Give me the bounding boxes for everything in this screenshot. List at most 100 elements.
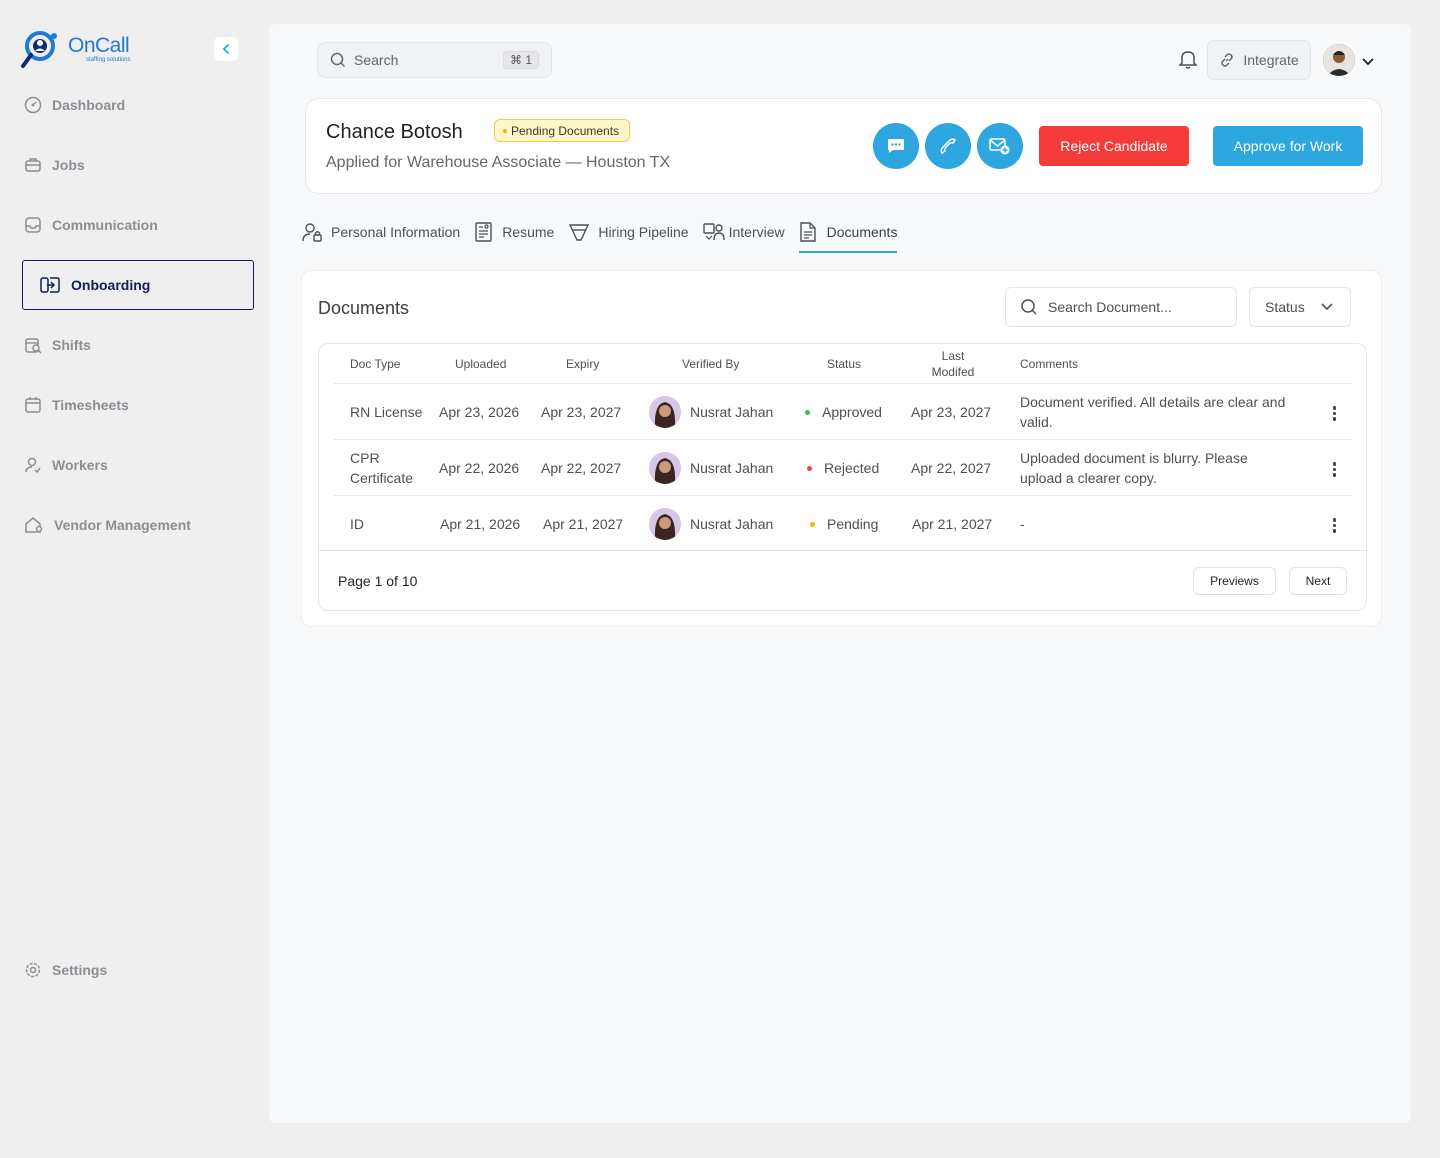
briefcase-icon [25,158,41,172]
table-row[interactable]: RN License Apr 23, 2026 Apr 23, 2027 Nus… [334,383,1352,439]
chevron-down-icon[interactable] [1361,54,1375,72]
message-button[interactable] [873,123,919,169]
verifier-name: Nusrat Jahan [690,516,774,532]
shortcut-badge: ⌘ 1 [502,51,539,69]
sidebar-item-label: Vendor Management [54,517,191,533]
verifier-avatar [649,508,681,540]
shifts-icon [25,338,42,354]
doc-type: RN License [350,404,423,420]
brand-logo: OnCall staffing solutions [20,28,131,70]
sidebar-item-shifts[interactable]: Shifts [22,315,254,375]
chevron-down-icon [1321,303,1333,311]
funnel-icon [569,224,590,241]
last-modified-date: Apr 21, 2027 [912,516,993,532]
table-row[interactable]: CPR Certificate Apr 22, 2026 Apr 22, 202… [334,439,1352,495]
last-modified-date: Apr 23, 2027 [911,404,992,420]
global-search-input[interactable]: Search ⌘ 1 [317,42,552,78]
sidebar-item-settings[interactable]: Settings [22,940,254,1000]
document-search-placeholder: Search Document... [1048,299,1172,315]
verified-by: Nusrat Jahan [649,496,773,552]
notification-bell-icon[interactable] [1177,48,1199,75]
status-filter-label: Status [1265,299,1305,315]
column-header-uploaded[interactable]: Uploaded [455,344,506,384]
document-icon [799,222,816,242]
comment: - [1020,516,1025,532]
call-button[interactable] [925,123,971,169]
uploaded-date: Apr 23, 2026 [439,404,520,420]
expiry-date: Apr 22, 2027 [541,460,622,476]
profile-tabs: Personal Information Resume Hiring Pipel… [301,220,911,256]
candidate-subtitle: Applied for Warehouse Associate — Housto… [326,154,671,171]
status-filter-dropdown[interactable]: Status [1249,287,1351,327]
sidebar-item-jobs[interactable]: Jobs [22,135,254,195]
inbox-icon [25,217,41,233]
uploaded-date: Apr 21, 2026 [440,516,521,532]
approve-for-work-button[interactable]: Approve for Work [1213,126,1363,166]
email-add-button[interactable] [977,123,1023,169]
sidebar-item-label: Shifts [52,337,91,353]
uploaded-date: Apr 22, 2026 [439,460,520,476]
chevron-left-icon [222,44,229,54]
reject-candidate-button[interactable]: Reject Candidate [1039,126,1189,166]
row-menu-icon[interactable] [1332,406,1336,421]
user-avatar[interactable] [1323,44,1355,76]
tab-label: Hiring Pipeline [598,224,689,240]
verifier-name: Nusrat Jahan [690,404,774,420]
status-text: Rejected [824,460,880,476]
status-dot [807,465,812,471]
column-header-comments[interactable]: Comments [1020,344,1078,384]
column-header-expiry[interactable]: Expiry [566,344,599,384]
brand-tagline: staffing solutions [86,57,131,63]
integrate-label: Integrate [1243,52,1299,68]
mail-add-icon [989,138,1010,155]
tab-hiring-pipeline[interactable]: Hiring Pipeline [568,220,689,244]
candidate-header: Chance Botosh Pending Documents Applied … [305,98,1382,194]
row-menu-icon[interactable] [1332,518,1336,533]
expiry-date: Apr 23, 2027 [541,404,622,420]
search-icon [330,52,346,68]
tab-interview[interactable]: Interview [702,220,785,244]
tab-personal-information[interactable]: Personal Information [301,220,460,244]
sidebar-item-workers[interactable]: Workers [22,435,254,495]
column-header-verified-by[interactable]: Verified By [682,344,739,384]
sidebar-item-dashboard[interactable]: Dashboard [22,75,254,135]
status-cell: Pending [810,496,878,552]
comment: Document verified. All details are clear… [1020,394,1286,430]
row-menu-icon[interactable] [1332,462,1336,477]
tab-documents[interactable]: Documents [798,220,897,253]
collapse-sidebar-button[interactable] [214,37,238,61]
last-modified-date: Apr 22, 2027 [911,460,992,476]
expiry-date: Apr 21, 2027 [543,516,624,532]
sidebar-item-label: Workers [52,457,108,473]
document-search-input[interactable]: Search Document... [1005,287,1237,327]
chat-icon [888,139,904,153]
tab-resume[interactable]: Resume [474,220,554,244]
integrate-button[interactable]: Integrate [1207,40,1311,80]
column-header-doc-type[interactable]: Doc Type [350,344,400,384]
sidebar-item-onboarding[interactable]: Onboarding [22,260,254,310]
gear-icon [25,962,41,978]
status-dot [810,521,815,527]
verified-by: Nusrat Jahan [649,440,773,496]
verifier-name: Nusrat Jahan [690,460,774,476]
sidebar-nav: Dashboard Jobs Communication Onboarding … [22,75,254,555]
page-info: Page 1 of 10 [338,573,418,589]
column-header-last-modified[interactable]: Last Modifed [923,344,983,384]
tab-label: Interview [728,224,785,240]
doc-type: CPR Certificate [350,450,414,486]
table-row[interactable]: ID Apr 21, 2026 Apr 21, 2027 Nusrat Jaha… [334,495,1352,551]
documents-title: Documents [318,298,410,318]
sidebar-item-vendor-management[interactable]: Vendor Management [22,495,254,555]
sidebar-item-label: Communication [52,217,158,233]
candidate-name: Chance Botosh [326,121,463,143]
previous-page-button[interactable]: Previews [1193,567,1276,595]
sidebar-item-communication[interactable]: Communication [22,195,254,255]
comment: Uploaded document is blurry. Please uplo… [1020,450,1248,486]
verified-by: Nusrat Jahan [649,384,773,440]
next-page-button[interactable]: Next [1289,567,1347,595]
sidebar-item-timesheets[interactable]: Timesheets [22,375,254,435]
status-text: Approved [822,404,882,420]
sidebar-item-label: Timesheets [52,397,129,413]
column-header-status[interactable]: Status [827,344,861,384]
sidebar-item-label: Dashboard [52,97,126,113]
